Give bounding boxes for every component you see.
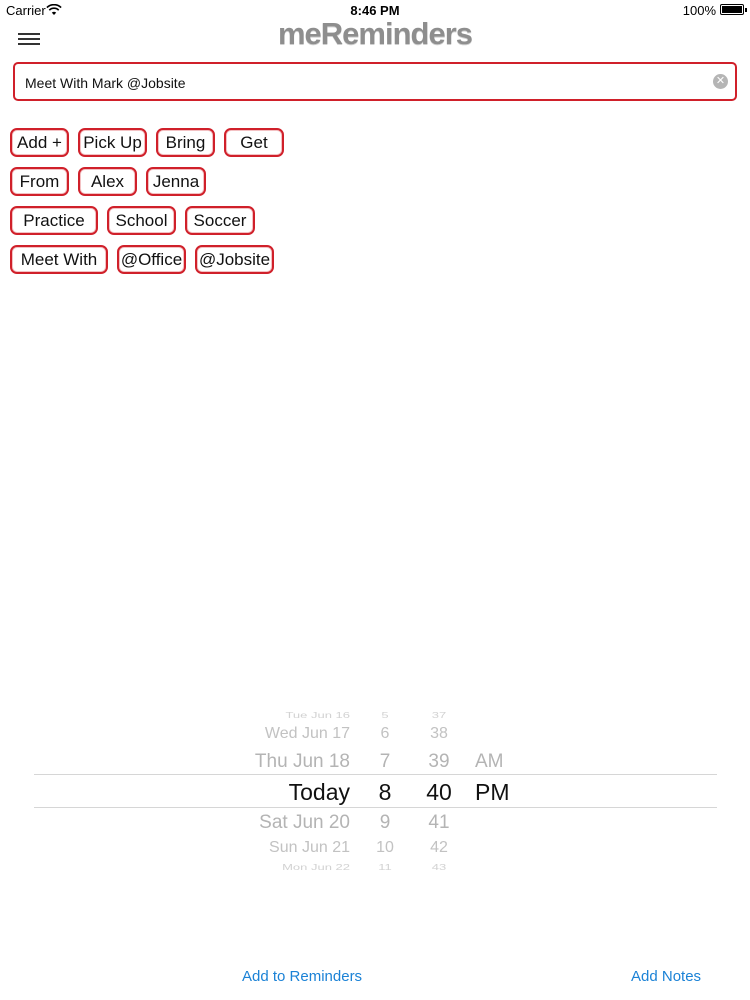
tag-get-button[interactable]: Get <box>224 128 284 157</box>
hamburger-menu-icon[interactable] <box>18 33 42 47</box>
tag-pick-up-button[interactable]: Pick Up <box>78 128 147 157</box>
tag-alex-button[interactable]: Alex <box>78 167 137 196</box>
battery-icon <box>720 4 747 15</box>
add-to-reminders-button[interactable]: Add to Reminders <box>242 968 362 985</box>
picker-date-option[interactable]: Sat Jun 20 <box>259 812 350 834</box>
picker-date-option[interactable]: Sun Jun 21 <box>269 839 350 857</box>
tag-soccer-button[interactable]: Soccer <box>185 206 255 235</box>
picker-selection-top-line <box>34 774 717 775</box>
picker-minute-option[interactable]: 38 <box>414 725 464 743</box>
picker-date-option[interactable]: Tue Jun 16 <box>285 711 350 720</box>
tag-jenna-button[interactable]: Jenna <box>146 167 206 196</box>
clear-text-icon[interactable]: ✕ <box>713 74 728 89</box>
picker-hour-option[interactable]: 11 <box>360 863 410 872</box>
picker-hour-selected[interactable]: 8 <box>360 779 410 806</box>
picker-pm-selected[interactable]: PM <box>475 779 510 806</box>
tag-from-button[interactable]: From <box>10 167 69 196</box>
picker-hour-option[interactable]: 7 <box>360 751 410 773</box>
picker-hour-option[interactable]: 9 <box>360 812 410 834</box>
picker-date-selected[interactable]: Today <box>289 779 350 806</box>
picker-minute-option[interactable]: 43 <box>414 863 464 872</box>
picker-date-option[interactable]: Thu Jun 18 <box>255 751 350 773</box>
picker-minute-option[interactable]: 37 <box>414 711 464 720</box>
picker-minute-option[interactable]: 39 <box>414 751 464 773</box>
picker-minute-option[interactable]: 42 <box>414 839 464 857</box>
reminder-input[interactable] <box>25 73 705 93</box>
add-notes-button[interactable]: Add Notes <box>631 968 701 985</box>
app-logo: meReminders <box>277 16 473 51</box>
tag-add-button[interactable]: Add + <box>10 128 69 157</box>
tag-school-button[interactable]: School <box>107 206 176 235</box>
picker-date-option[interactable]: Mon Jun 22 <box>282 863 350 872</box>
picker-minute-selected[interactable]: 40 <box>414 779 464 806</box>
picker-hour-option[interactable]: 10 <box>360 839 410 857</box>
picker-hour-option[interactable]: 6 <box>360 725 410 743</box>
picker-date-option[interactable]: Wed Jun 17 <box>265 725 350 743</box>
tag-bring-button[interactable]: Bring <box>156 128 215 157</box>
picker-selection-bottom-line <box>34 807 717 808</box>
picker-am-option[interactable]: AM <box>475 751 504 773</box>
tag-practice-button[interactable]: Practice <box>10 206 98 235</box>
battery-percent: 100% <box>682 3 716 18</box>
picker-hour-option[interactable]: 5 <box>360 711 410 720</box>
tag-office-button[interactable]: @Office <box>117 245 186 274</box>
reminder-text-field[interactable]: ✕ <box>13 62 737 101</box>
picker-minute-option[interactable]: 41 <box>414 812 464 834</box>
date-time-picker[interactable]: Tue Jun 16 Wed Jun 17 Thu Jun 18 Today S… <box>0 700 750 880</box>
tag-jobsite-button[interactable]: @Jobsite <box>195 245 274 274</box>
tag-meet-with-button[interactable]: Meet With <box>10 245 108 274</box>
